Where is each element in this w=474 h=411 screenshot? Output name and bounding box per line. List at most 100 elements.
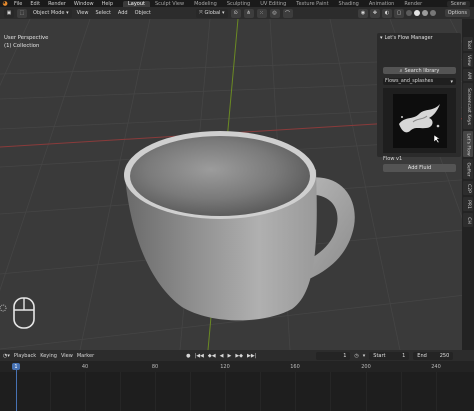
tab-render[interactable]: Render: [399, 1, 427, 7]
chevron-down-icon: ▾: [362, 352, 366, 359]
top-menu-bar: ◕ File Edit Render Window Help Layout Sc…: [0, 0, 474, 7]
grid-line: [225, 372, 226, 411]
search-library-button[interactable]: ⌕ Search library: [383, 67, 456, 74]
pivot-icon[interactable]: ⊙: [230, 8, 241, 18]
proportional-edit-icon[interactable]: ◎: [269, 8, 280, 18]
grid-line: [260, 372, 261, 411]
play-icon[interactable]: ▶: [227, 353, 231, 359]
end-label: End: [417, 352, 427, 359]
options-button[interactable]: Options: [444, 9, 470, 17]
rendered-shading-icon[interactable]: [430, 10, 436, 16]
blender-logo-icon[interactable]: ◕: [0, 0, 10, 7]
tab-animation[interactable]: Animation: [364, 1, 400, 7]
ruler-tick: 120: [220, 364, 230, 370]
gizmo-icon[interactable]: ✥: [370, 8, 380, 18]
snap-icon[interactable]: ⋔: [243, 8, 254, 18]
mug-mesh[interactable]: [124, 131, 355, 321]
start-value: 1: [402, 352, 406, 359]
visibility-icon[interactable]: ◉: [358, 8, 368, 18]
tab-am[interactable]: AM: [463, 69, 473, 81]
tab-layout[interactable]: Layout: [123, 0, 150, 7]
end-frame-field[interactable]: End 250: [413, 351, 454, 360]
tab-ch[interactable]: CH: [463, 213, 473, 227]
tab-screencast-keys[interactable]: Screencast Keys: [463, 83, 473, 129]
overlay-icon[interactable]: ◐: [382, 8, 392, 18]
current-frame-field[interactable]: 1: [316, 351, 351, 360]
playhead[interactable]: 1: [12, 363, 20, 370]
tab-modeling[interactable]: Modeling: [189, 1, 222, 7]
grid-line: [155, 372, 156, 411]
menu-object[interactable]: Object: [133, 10, 153, 16]
3d-viewport[interactable]: User Perspective (1) Collection ▾ Let's …: [0, 19, 474, 350]
collection-name: (1) Collection: [4, 43, 40, 49]
menu-render[interactable]: Render: [44, 1, 70, 7]
tab-shading[interactable]: Shading: [334, 1, 364, 7]
viewport-info: User Perspective (1) Collection: [4, 34, 48, 50]
tab-tool[interactable]: Tool: [463, 37, 473, 51]
playhead-line: [15, 370, 17, 411]
keying-menu[interactable]: Keying: [40, 353, 57, 359]
record-icon[interactable]: ●: [186, 353, 190, 359]
material-shading-icon[interactable]: [422, 10, 428, 16]
orientation-label: Global: [204, 10, 221, 16]
timeline-header: ◔▾ Playback Keying View Marker ● |◀◀ ◆◀ …: [0, 350, 474, 361]
menu-window[interactable]: Window: [70, 1, 98, 7]
start-frame-field[interactable]: Start 1: [369, 351, 410, 360]
panel-header[interactable]: ▾ Let's Flow Manager: [377, 33, 461, 42]
tab-uv-editing[interactable]: UV Editing: [255, 1, 291, 7]
falloff-icon[interactable]: ⌒: [282, 8, 293, 18]
menu-file[interactable]: File: [10, 1, 26, 7]
menu-add[interactable]: Add: [116, 10, 130, 16]
timeline-body[interactable]: 40 80 120 160 200 240 1: [0, 361, 474, 411]
wireframe-shading-icon[interactable]: [406, 10, 412, 16]
sidebar-tabs: Tool View AM Screencast Keys Let's Flow …: [462, 19, 474, 350]
flow-category-value: Flows_and_splashes: [385, 79, 434, 84]
timeline-editor-icon[interactable]: ◔▾: [3, 353, 10, 359]
timeline-ruler[interactable]: 40 80 120 160 200 240: [0, 361, 474, 372]
jump-end-icon[interactable]: ▶▶|: [247, 353, 256, 359]
tab-geffer[interactable]: Geffer: [463, 159, 473, 179]
menu-select[interactable]: Select: [93, 10, 112, 16]
mode-label: Object Mode: [33, 10, 65, 16]
add-fluid-button[interactable]: Add Fluid: [383, 164, 456, 172]
tab-sculpting[interactable]: Sculpting: [222, 1, 255, 7]
dotted-cursor-icon: [0, 304, 7, 312]
solid-shading-icon[interactable]: [414, 10, 420, 16]
lets-flow-panel: ▾ Let's Flow Manager ⌕ Search library Fl…: [377, 33, 461, 172]
snap-target-icon[interactable]: ⁙: [256, 8, 267, 18]
prev-key-icon[interactable]: ◆◀: [208, 353, 216, 359]
tab-sculpt-view[interactable]: Sculpt View: [150, 1, 189, 7]
shading-controls: ◉ ✥ ◐ ▢: [358, 8, 436, 18]
menu-edit[interactable]: Edit: [26, 1, 44, 7]
tab-view[interactable]: View: [463, 53, 473, 67]
play-reverse-icon[interactable]: ◀: [220, 353, 224, 359]
search-library-label: Search library: [404, 67, 440, 74]
scene-field[interactable]: Scene: [446, 0, 470, 7]
menu-view[interactable]: View: [75, 10, 91, 16]
clock-icon[interactable]: ◷: [354, 353, 358, 359]
ruler-tick: 80: [151, 364, 159, 370]
flow-preview-thumbnail[interactable]: [383, 88, 456, 153]
grid-line: [50, 372, 51, 411]
tab-lets-flow[interactable]: Let's Flow: [463, 131, 473, 157]
tab-texture-paint[interactable]: Texture Paint: [291, 1, 333, 7]
playback-menu[interactable]: Playback: [14, 353, 36, 359]
tab-pr1[interactable]: PR1: [463, 197, 473, 211]
grid-line: [190, 372, 191, 411]
viewport-header: ▣ ⬚ Object Mode ▾ View Select Add Object…: [0, 7, 474, 19]
start-label: Start: [373, 352, 386, 359]
mode-dropdown[interactable]: Object Mode ▾: [30, 8, 72, 18]
jump-start-icon[interactable]: |◀◀: [195, 353, 204, 359]
select-box-icon[interactable]: ⬚: [17, 8, 27, 18]
view-menu[interactable]: View: [61, 353, 73, 359]
tab-c2p[interactable]: C2P: [463, 181, 473, 195]
chevron-down-icon: ▾: [380, 34, 383, 41]
marker-menu[interactable]: Marker: [77, 353, 94, 359]
xray-icon[interactable]: ▢: [394, 8, 404, 18]
grid-line: [85, 372, 86, 411]
editor-type-icon[interactable]: ▣: [4, 8, 14, 18]
flow-category-dropdown[interactable]: Flows_and_splashes ▾: [383, 78, 456, 85]
next-key-icon[interactable]: ▶◆: [235, 353, 243, 359]
orientation-dropdown[interactable]: ⤧ Global ▾: [195, 8, 228, 18]
menu-help[interactable]: Help: [98, 1, 117, 7]
